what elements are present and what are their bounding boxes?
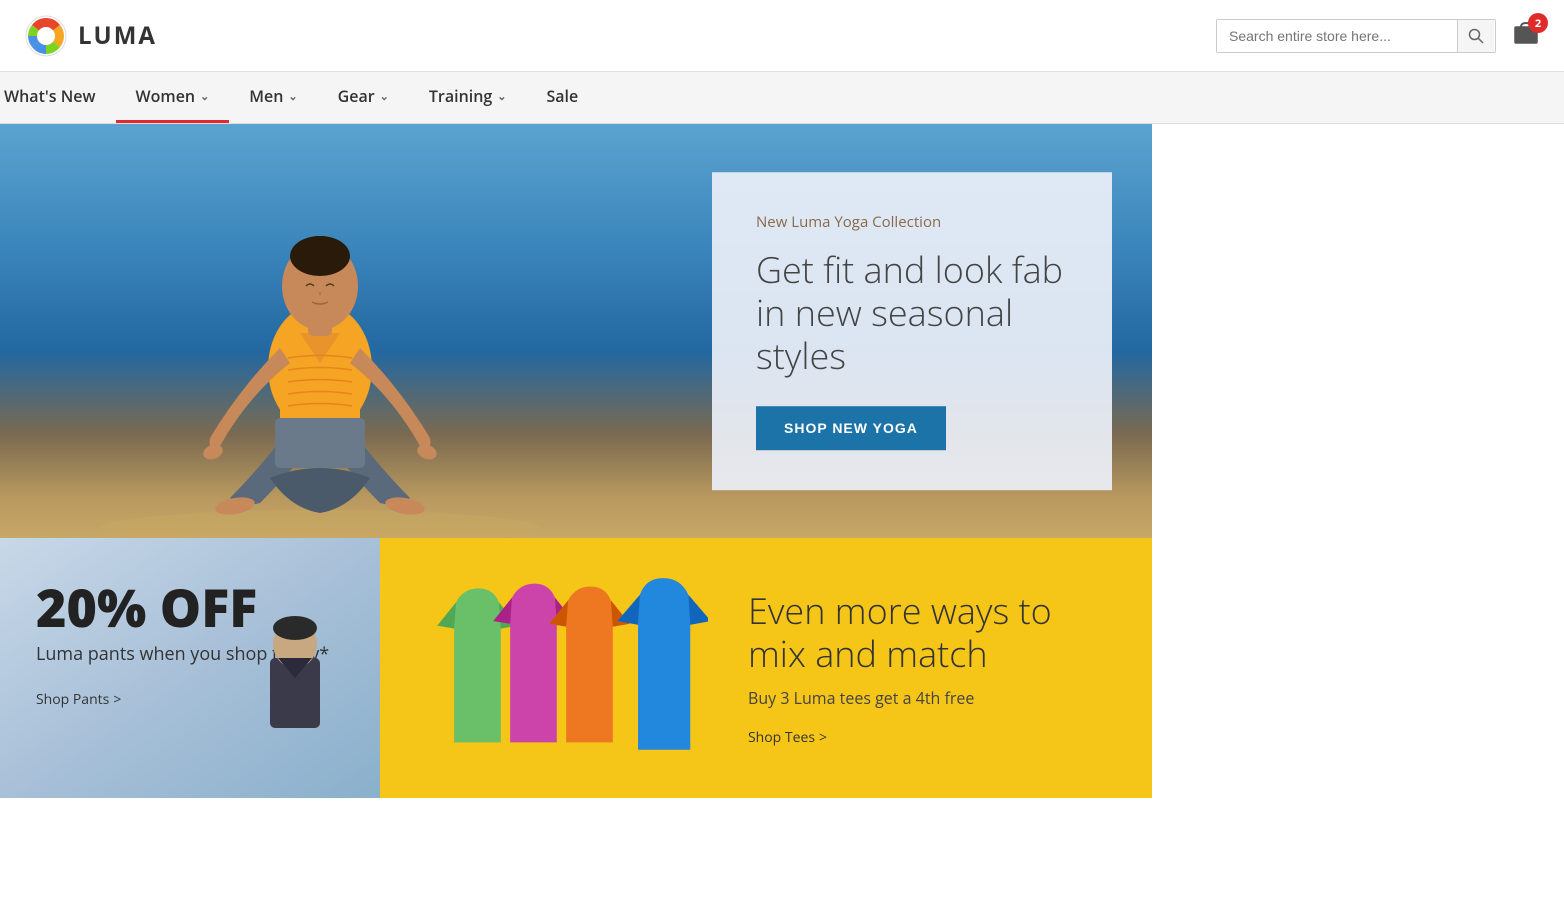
promo-row: 20% OFF Luma pants when you shop today* …	[0, 538, 1152, 798]
header-right: 2	[1216, 19, 1540, 53]
promo-right: Even more ways to mix and match Buy 3 Lu…	[380, 538, 1152, 798]
chevron-down-icon: ⌄	[380, 89, 389, 104]
man-figure	[230, 598, 360, 798]
cart-area[interactable]: 2	[1512, 19, 1540, 52]
hero-title: Get fit and look fab in new seasonal sty…	[756, 248, 1068, 378]
nav-item-sale[interactable]: Sale	[526, 72, 598, 123]
search-icon	[1468, 28, 1484, 44]
tees-svg	[428, 568, 708, 758]
nav-item-whats-new[interactable]: What's New	[0, 72, 116, 123]
cart-badge: 2	[1528, 13, 1548, 33]
shop-pants-link[interactable]: Shop Pants >	[36, 690, 121, 709]
promo-right-subtitle: Buy 3 Luma tees get a 4th free	[748, 687, 1104, 709]
promo-left: 20% OFF Luma pants when you shop today* …	[0, 538, 380, 798]
chevron-down-icon: ⌄	[288, 89, 297, 104]
yoga-figure	[80, 138, 560, 538]
nav-item-gear[interactable]: Gear ⌄	[318, 72, 409, 123]
shop-new-yoga-button[interactable]: Shop New Yoga	[756, 406, 946, 450]
search-bar[interactable]	[1216, 19, 1496, 53]
shop-tees-link[interactable]: Shop Tees >	[748, 728, 827, 747]
cart-icon-wrap: 2	[1512, 19, 1540, 52]
logo-area[interactable]: LUMA	[24, 14, 157, 58]
search-input[interactable]	[1217, 20, 1457, 52]
nav-item-men[interactable]: Men ⌄	[229, 72, 317, 123]
tees-visual	[428, 578, 708, 758]
promo-right-title: Even more ways to mix and match	[748, 589, 1104, 675]
hero-content-box: New Luma Yoga Collection Get fit and loo…	[712, 172, 1112, 490]
logo-text: LUMA	[78, 19, 157, 52]
nav-item-women[interactable]: Women ⌄	[116, 72, 230, 123]
main-nav: What's New Women ⌄ Men ⌄ Gear ⌄ Training…	[0, 72, 1564, 124]
nav-item-training[interactable]: Training ⌄	[409, 72, 527, 123]
promo-right-text: Even more ways to mix and match Buy 3 Lu…	[748, 589, 1104, 747]
luma-logo-icon	[24, 14, 68, 58]
search-button[interactable]	[1457, 20, 1494, 52]
chevron-down-icon: ⌄	[497, 89, 506, 104]
chevron-down-icon: ⌄	[200, 89, 209, 104]
hero-subtitle: New Luma Yoga Collection	[756, 212, 1068, 232]
hero-banner: New Luma Yoga Collection Get fit and loo…	[0, 124, 1152, 538]
header: LUMA 2	[0, 0, 1564, 72]
